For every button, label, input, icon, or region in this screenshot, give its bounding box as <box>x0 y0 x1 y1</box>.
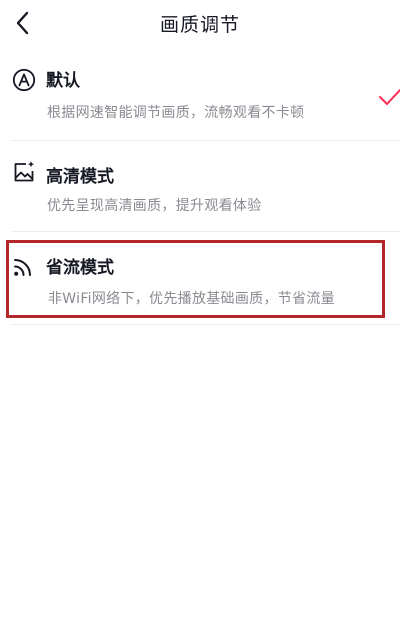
option-default-desc: 根据网速智能调节画质，流畅观看不卡顿 <box>47 105 305 121</box>
page-title: 画质调节 <box>159 14 240 36</box>
signal-waves-icon <box>14 259 31 276</box>
option-hd-title: 高清模式 <box>46 167 114 187</box>
hd-image-icon <box>14 161 34 182</box>
option-default-title: 默认 <box>46 71 80 91</box>
option-data-saver-title: 省流模式 <box>46 258 114 278</box>
option-data-saver[interactable]: 省流模式 非WiFi网络下，优先播放基础画质，节省流量 <box>0 244 400 320</box>
divider <box>12 140 400 141</box>
divider <box>12 324 400 325</box>
option-data-saver-desc: 非WiFi网络下，优先播放基础画质，节省流量 <box>48 291 335 307</box>
top-bar: 画质调节 <box>0 0 400 48</box>
option-default[interactable]: 默认 根据网速智能调节画质，流畅观看不卡顿 <box>0 58 400 138</box>
auto-a-icon <box>12 68 36 92</box>
divider <box>12 231 400 232</box>
option-hd[interactable]: 高清模式 优先呈现高清画质，提升观看体验 <box>0 150 400 230</box>
checkmark-icon <box>379 89 400 105</box>
option-hd-desc: 优先呈现高清画质，提升观看体验 <box>47 198 262 214</box>
